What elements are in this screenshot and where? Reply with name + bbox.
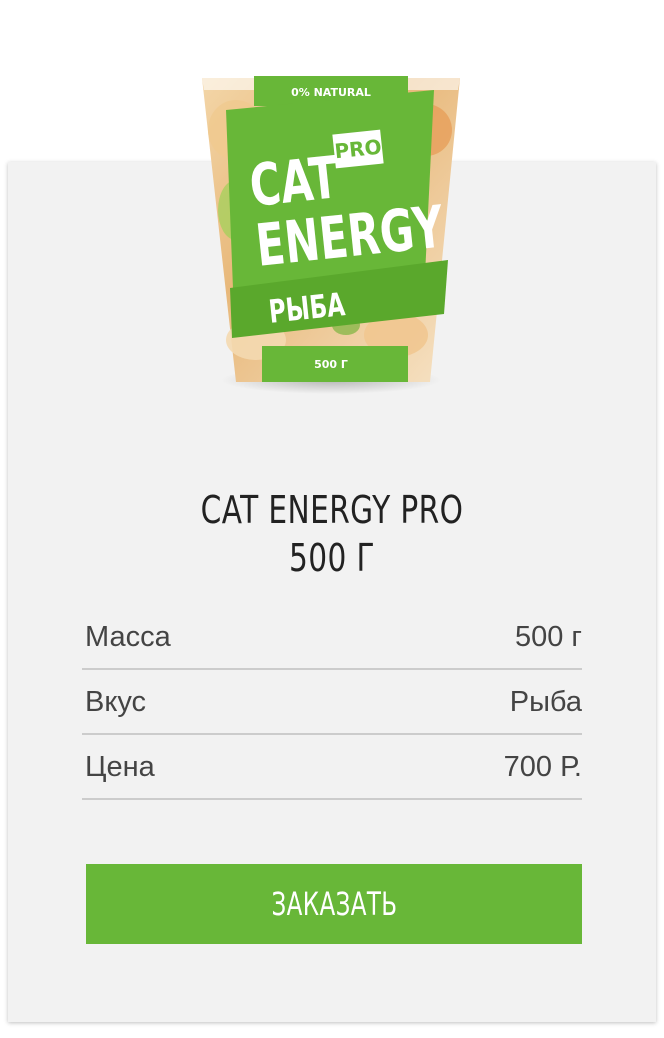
order-button[interactable]: ЗАКАЗАТЬ: [86, 864, 582, 944]
package-natural-text: 0% NATURAL: [291, 86, 371, 99]
product-title-line2: 500 Г: [288, 536, 376, 580]
spec-value: 700 Р.: [503, 751, 582, 783]
spec-label: Цена: [85, 751, 155, 783]
product-title: CAT ENERGY PRO 500 Г: [73, 486, 591, 582]
product-image: 0% NATURAL PRO CAT ENERGY РЫБА 500 Г: [202, 76, 460, 394]
package-pro-text: PRO: [333, 135, 382, 164]
spec-label: Масса: [85, 621, 171, 653]
spec-row-mass: Масса 500 г: [82, 605, 582, 670]
spec-row-price: Цена 700 Р.: [82, 735, 582, 800]
spec-table: Масса 500 г Вкус Рыба Цена 700 Р.: [82, 605, 582, 800]
package-flavor-text: РЫБА: [267, 285, 347, 331]
product-title-line1: CAT ENERGY PRO: [200, 488, 464, 532]
spec-value: 500 г: [514, 621, 582, 653]
order-button-label: ЗАКАЗАТЬ: [271, 885, 397, 923]
spec-value: Рыба: [509, 686, 582, 718]
package-weight-text: 500 Г: [314, 358, 348, 371]
spec-row-flavor: Вкус Рыба: [82, 670, 582, 735]
spec-label: Вкус: [85, 686, 147, 718]
